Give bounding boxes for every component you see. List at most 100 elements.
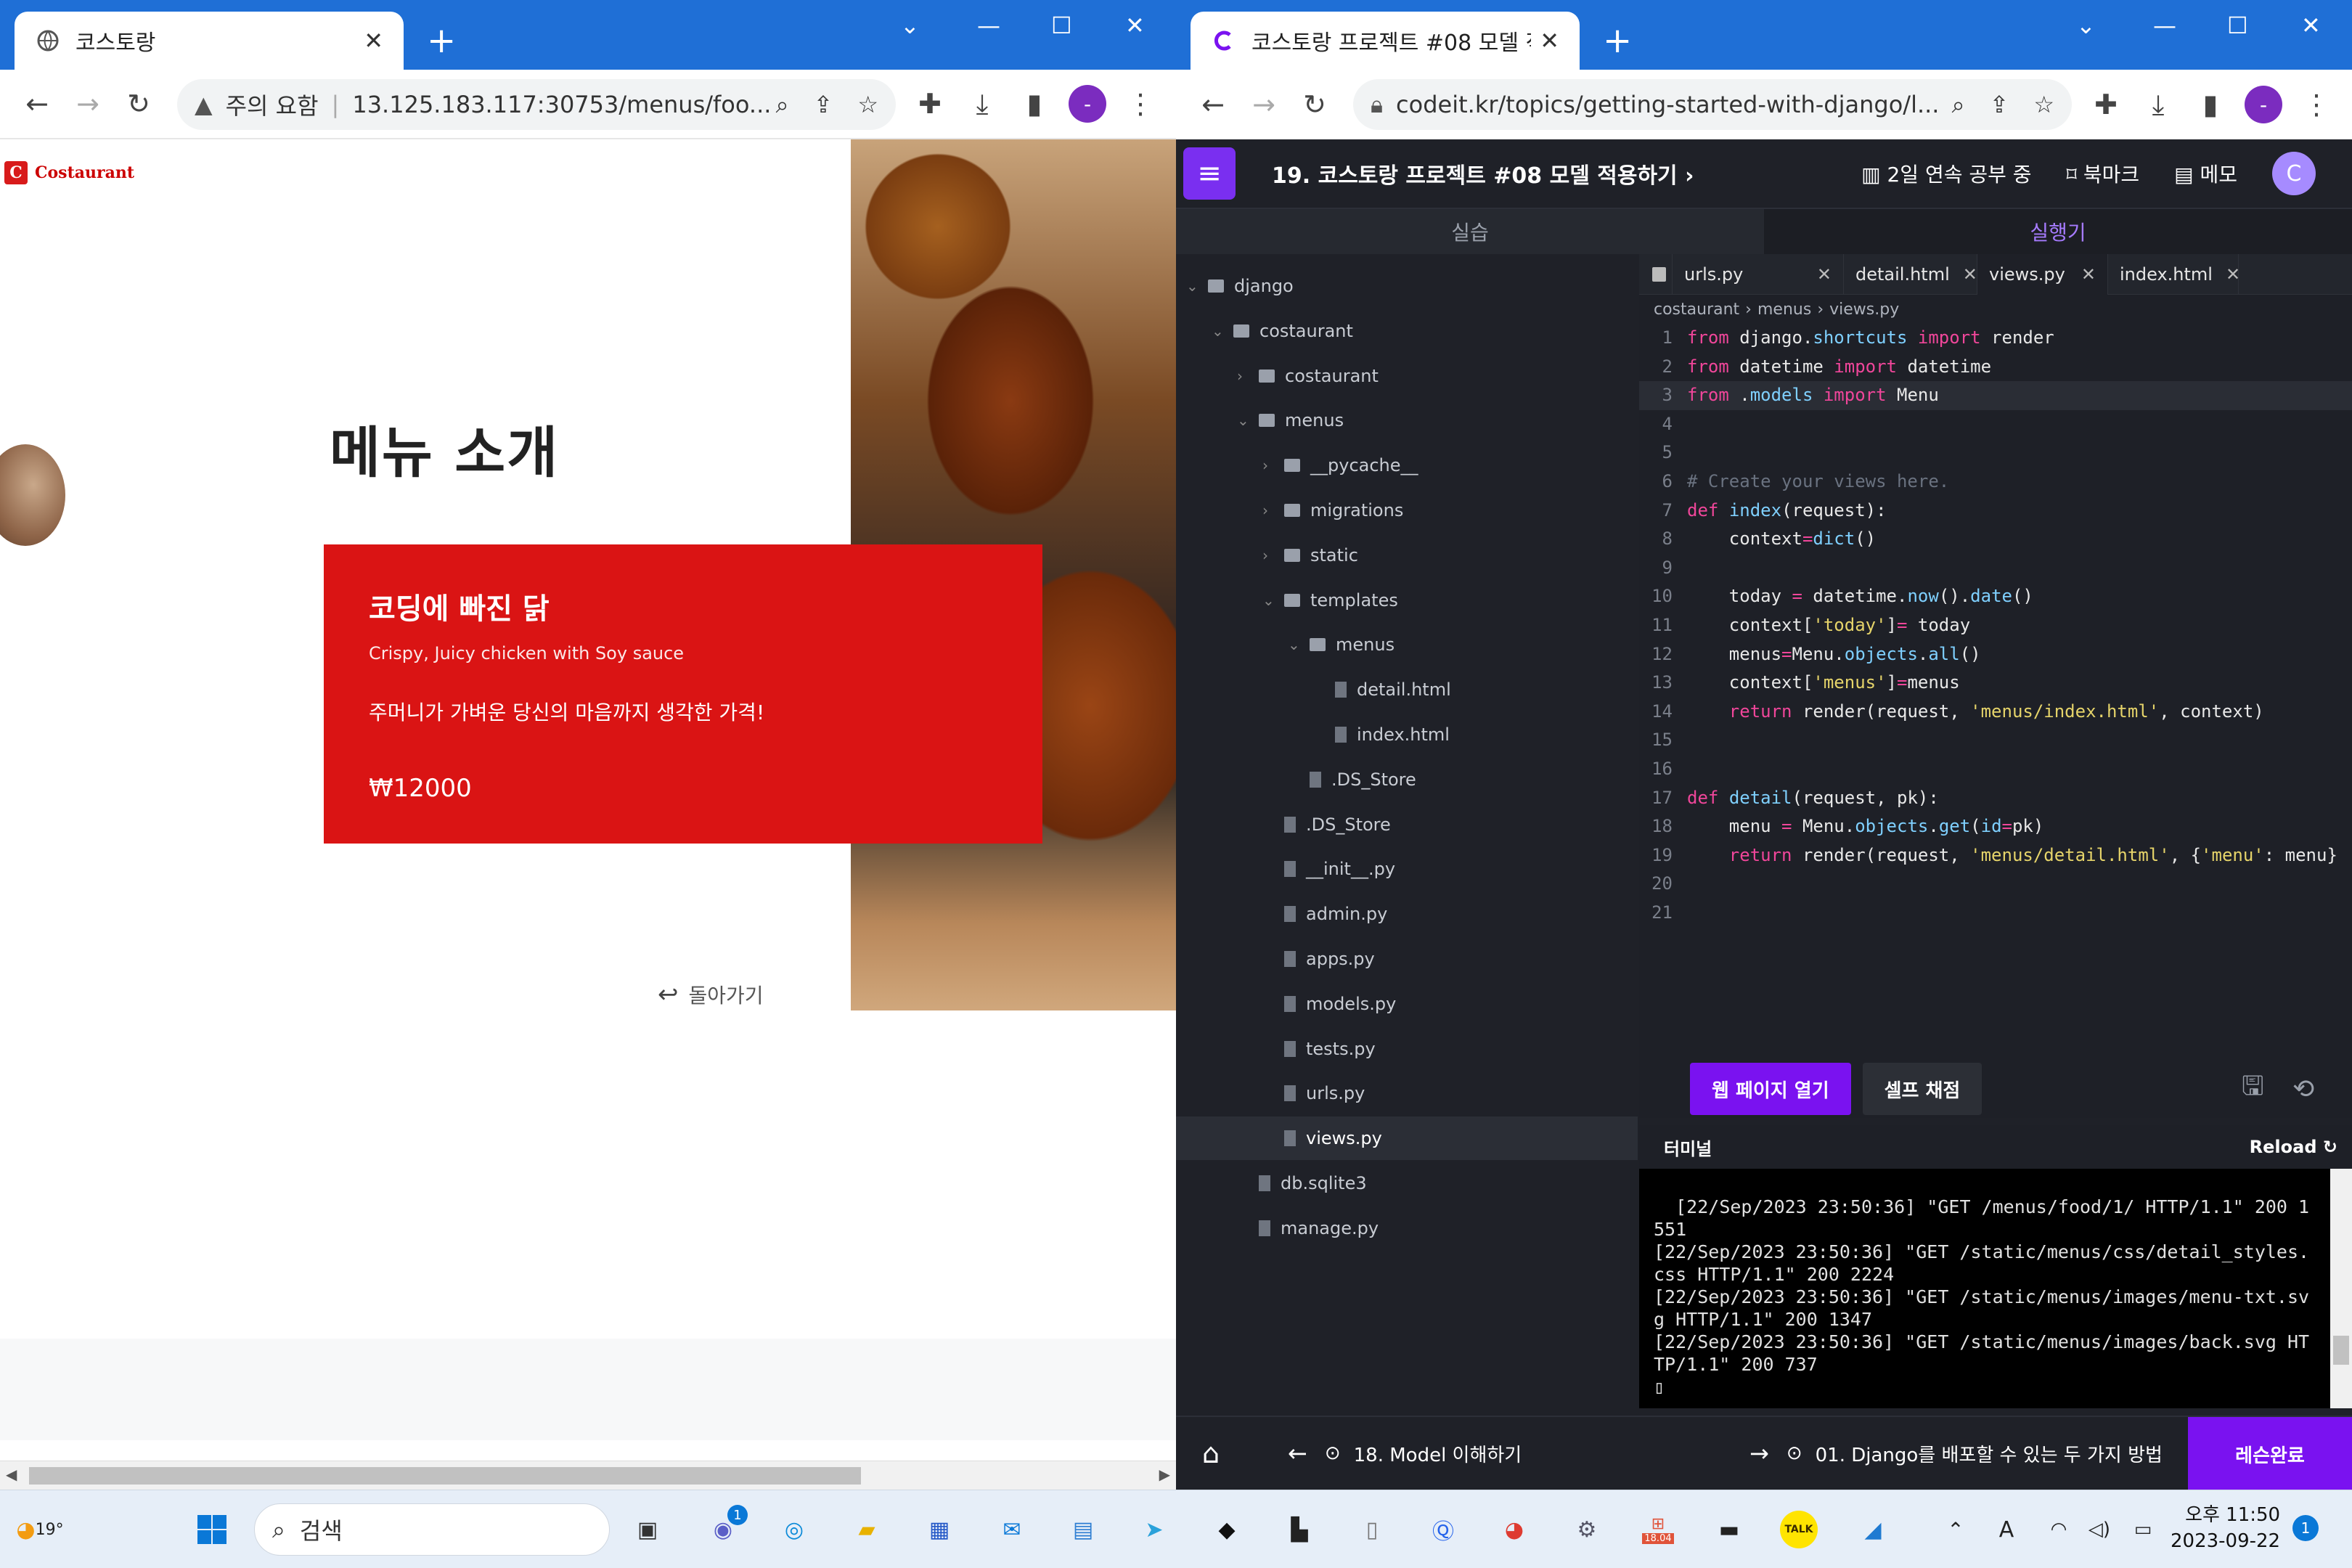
code-line[interactable]: 11 context['today']= today	[1639, 611, 2352, 640]
code-line[interactable]: 9	[1639, 554, 2352, 583]
profile-avatar[interactable]: -	[1069, 85, 1106, 123]
chrome-icon[interactable]: ◕	[1493, 1508, 1536, 1551]
reload-icon[interactable]: ↻	[113, 88, 164, 120]
tab-practice[interactable]: 실습	[1176, 209, 1764, 254]
download-icon[interactable]: ⤓	[957, 88, 1008, 121]
mail-icon[interactable]: ✉	[990, 1508, 1034, 1551]
taskbar-search[interactable]: ⌕ 검색	[254, 1503, 610, 1556]
code-line[interactable]: 14 return render(request, 'menus/index.h…	[1639, 698, 2352, 727]
file-tree-item[interactable]: manage.py	[1176, 1206, 1638, 1250]
close-tab-icon[interactable]: ✕	[364, 27, 383, 54]
download-icon[interactable]: ⤓	[2133, 89, 2184, 121]
breadcrumb-item[interactable]: costaurant	[1654, 301, 1739, 319]
share-icon[interactable]: ⇪	[814, 91, 833, 118]
code-line[interactable]: 13 context['menus']=menus	[1639, 669, 2352, 698]
battery-icon[interactable]: ▭	[2121, 1508, 2165, 1551]
terminal-output[interactable]: [22/Sep/2023 23:50:36] "GET /menus/food/…	[1639, 1169, 2352, 1408]
right-tab[interactable]: 코스토랑 프로젝트 #08 모델 적용 ✕	[1191, 12, 1580, 70]
edge-icon[interactable]: ◎	[772, 1508, 816, 1551]
self-grade-button[interactable]: 셀프 채점	[1862, 1063, 1983, 1115]
file-tree-item[interactable]: ⌄ templates	[1176, 579, 1638, 622]
lesson-complete-button[interactable]: 레슨완료	[2188, 1417, 2352, 1490]
file-tree-item[interactable]: ⌄ menus	[1176, 623, 1638, 666]
sticky-notes-icon[interactable]: ▙	[1278, 1508, 1321, 1551]
code-line[interactable]: 1 from django.shortcuts import render	[1639, 324, 2352, 353]
home-icon[interactable]: ⌂	[1202, 1437, 1220, 1469]
horizontal-scrollbar[interactable]: ◀ ▶	[0, 1461, 1176, 1490]
code-line[interactable]: 3 from .models import Menu	[1639, 381, 2352, 410]
telegram-icon[interactable]: ➤	[1132, 1508, 1176, 1551]
chevron-up-icon[interactable]: ⌃	[1934, 1508, 1977, 1551]
editor-tab-urls[interactable]: urls.py ✕	[1673, 253, 1844, 295]
file-tree-item[interactable]: tests.py	[1176, 1027, 1638, 1071]
save-icon[interactable]: 🖫︎	[2242, 1067, 2264, 1111]
wifi-icon[interactable]: ◠	[2037, 1508, 2081, 1551]
tab-runner[interactable]: 실행기	[1764, 209, 2352, 254]
history-icon[interactable]: ⟲	[2292, 1074, 2314, 1104]
file-tree-item[interactable]: ⌄ costaurant	[1176, 309, 1638, 353]
star-icon[interactable]: ☆	[2033, 91, 2054, 118]
file-icon[interactable]: ▯	[1350, 1508, 1394, 1551]
file-tree-item[interactable]: › static	[1176, 534, 1638, 577]
lesson-title[interactable]: 19. 코스토랑 프로젝트 #08 모델 적용하기 ›	[1272, 158, 1861, 189]
scrollbar-thumb[interactable]	[29, 1467, 861, 1485]
file-tree-item[interactable]: index.html	[1176, 713, 1638, 756]
vscode-icon[interactable]: ◢	[1851, 1508, 1895, 1551]
prev-lesson-button[interactable]: ← ⊙ 18. Model 이해하기	[1288, 1440, 1522, 1467]
tab-search-icon[interactable]: ⌄	[900, 12, 920, 39]
back-link[interactable]: ↩ 돌아가기	[658, 980, 764, 1009]
bookmark-button[interactable]: ⌑ 북마크	[2067, 159, 2140, 188]
file-tree-item[interactable]: admin.py	[1176, 892, 1638, 936]
close-window-icon[interactable]: ✕	[1125, 12, 1145, 39]
close-icon[interactable]: ✕	[1963, 264, 1977, 285]
weather-widget[interactable]: ◕ 19°	[15, 1508, 65, 1551]
code-line[interactable]: 15	[1639, 726, 2352, 755]
task-view-icon[interactable]: ▣	[626, 1508, 669, 1551]
ime-icon[interactable]: A	[1985, 1508, 2028, 1551]
minimize-icon[interactable]: —	[2153, 12, 2176, 39]
terminal-icon[interactable]: ▬	[1707, 1508, 1751, 1551]
store-icon[interactable]: ▦	[918, 1508, 961, 1551]
close-icon[interactable]: ✕	[2226, 264, 2240, 285]
back-icon[interactable]: ←	[12, 88, 62, 120]
start-button[interactable]	[190, 1508, 234, 1551]
pdf-app-icon[interactable]: ⊞ 18.04	[1636, 1508, 1680, 1551]
unity-icon[interactable]: ◆	[1205, 1508, 1249, 1551]
reload-icon[interactable]: ↻	[1289, 89, 1340, 121]
code-line[interactable]: 12 menus=Menu.objects.all()	[1639, 640, 2352, 669]
next-lesson-button[interactable]: → ⊙ 01. Django를 배포할 수 있는 두 가지 방법	[1749, 1440, 2163, 1467]
file-tree-item[interactable]: views.py	[1176, 1116, 1638, 1161]
file-explorer-icon[interactable]: ▰	[845, 1508, 889, 1551]
code-line[interactable]: 7 def index(request):	[1639, 497, 2352, 526]
close-icon[interactable]: ✕	[2081, 264, 2096, 285]
code-line[interactable]: 2 from datetime import datetime	[1639, 353, 2352, 382]
extensions-icon[interactable]: ✚	[905, 88, 955, 120]
notification-badge[interactable]: 1	[2292, 1515, 2319, 1541]
editor-tab-detail[interactable]: detail.html ✕	[1844, 253, 1977, 295]
new-tab-icon[interactable]: +	[427, 19, 456, 62]
chat-icon[interactable]: ◉ 1	[701, 1505, 748, 1551]
folder-icon[interactable]	[1646, 253, 1673, 295]
ubuntu-terminal-icon[interactable]: Ⓠ	[1421, 1508, 1465, 1551]
maximize-icon[interactable]: ☐	[1051, 12, 1072, 39]
file-tree-item[interactable]: › __pycache__	[1176, 444, 1638, 487]
file-tree-item[interactable]: db.sqlite3	[1176, 1161, 1638, 1205]
kakaotalk-icon[interactable]: TALK	[1780, 1511, 1818, 1548]
breadcrumb-item[interactable]: views.py	[1829, 301, 1899, 319]
maximize-icon[interactable]: ☐	[2227, 12, 2248, 39]
close-window-icon[interactable]: ✕	[2301, 12, 2321, 39]
profile-avatar[interactable]: -	[2245, 86, 2282, 123]
file-tree-item[interactable]: .DS_Store	[1176, 803, 1638, 846]
file-tree-item[interactable]: __init__.py	[1176, 847, 1638, 891]
scrollbar-thumb[interactable]	[2333, 1336, 2349, 1365]
file-tree-item[interactable]: apps.py	[1176, 937, 1638, 981]
editor-tab-views[interactable]: views.py ✕	[1977, 253, 2108, 295]
code-line[interactable]: 10 today = datetime.now().date()	[1639, 582, 2352, 611]
code-line[interactable]: 16	[1639, 755, 2352, 784]
minimize-icon[interactable]: —	[977, 12, 1000, 39]
code-line[interactable]: 6 # Create your views here.	[1639, 467, 2352, 497]
site-logo[interactable]: C Costaurant	[4, 161, 134, 184]
file-tree-item[interactable]: ⌄ django	[1176, 264, 1638, 308]
menu-icon[interactable]: ⋮	[1115, 88, 1166, 120]
menu-icon[interactable]: ⋮	[2291, 89, 2342, 121]
